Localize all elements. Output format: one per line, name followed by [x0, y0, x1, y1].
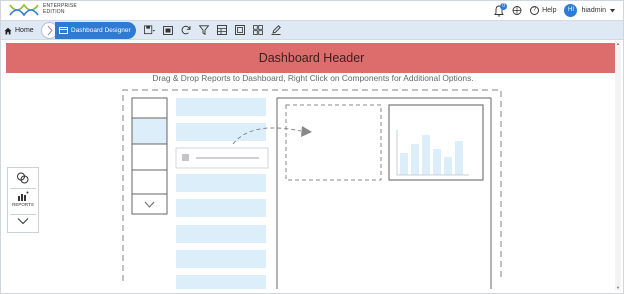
toolbar-actions: [144, 24, 281, 36]
illustration-chevron-down-icon: [144, 201, 155, 208]
edit-button[interactable]: [270, 24, 281, 36]
dashboard-header-text: Dashboard Header: [258, 51, 365, 65]
help-button[interactable]: ? Help: [530, 6, 556, 15]
breadcrumb-home-label: Home: [15, 27, 34, 34]
illustration-dashed-frame: [122, 89, 502, 281]
vertical-scrollbar[interactable]: ▲ ▼: [615, 41, 621, 291]
help-label: Help: [542, 7, 557, 14]
scroll-up-arrow-icon[interactable]: ▲: [615, 41, 621, 47]
illustration-chart-widget: [388, 104, 484, 181]
edition-line-2: EDITION: [43, 9, 65, 15]
dashboard-icon: [59, 27, 68, 34]
filter-icon: [198, 25, 209, 35]
panel-divider: [10, 188, 36, 189]
table-button[interactable]: [216, 24, 227, 36]
top-right-actions: 0 ? Help HI hiadmin: [494, 2, 615, 18]
edit-icon: [271, 25, 281, 35]
breadcrumb-home[interactable]: Home: [4, 23, 34, 38]
chevron-down-icon: [17, 218, 29, 225]
notification-badge: 0: [500, 2, 508, 10]
link-circles-icon: [17, 172, 29, 184]
avatar: HI: [564, 4, 578, 17]
refresh-button[interactable]: [180, 24, 191, 36]
preview-button[interactable]: [162, 24, 173, 36]
top-bar: ENTERPRISE EDITION 0 ? Help HI hiadmin: [1, 1, 623, 20]
breadcrumb-dashboard-designer[interactable]: Dashboard Designer: [55, 22, 136, 39]
helical-logo-icon[interactable]: [9, 3, 39, 17]
illustration-dashboard-canvas: [276, 97, 492, 289]
illustration-report-list: [131, 97, 168, 215]
notifications-button[interactable]: 0: [494, 2, 508, 17]
layout-button[interactable]: [234, 24, 245, 36]
illustration-drop-target: [285, 104, 382, 181]
grid-button[interactable]: [252, 24, 263, 36]
user-menu[interactable]: HI hiadmin: [564, 4, 615, 17]
save-button[interactable]: [144, 24, 155, 36]
user-name: hiadmin: [581, 7, 606, 14]
designer-toolbar: Home Dashboard Designer: [1, 20, 623, 40]
illustration-report-selected: [132, 118, 167, 144]
reports-button[interactable]: REPORTS: [8, 191, 38, 207]
refresh-icon: [181, 25, 190, 35]
dashboard-header[interactable]: Dashboard Header: [6, 43, 617, 73]
left-tool-panel: REPORTS: [7, 167, 39, 233]
grid-icon: [252, 25, 263, 35]
illustration-report-blocks: [176, 98, 266, 289]
app-window: ENTERPRISE EDITION 0 ? Help HI hiadmin H…: [0, 0, 624, 294]
data-sources-button[interactable]: [8, 171, 38, 185]
table-icon: [216, 25, 227, 35]
layout-icon: [234, 25, 245, 35]
drag-drop-instructions: Drag & Drop Reports to Dashboard, Right …: [152, 73, 474, 83]
help-icon: ?: [530, 6, 540, 15]
panel-divider: [10, 214, 36, 215]
preview-icon: [162, 25, 173, 35]
edition-label: ENTERPRISE EDITION: [43, 3, 77, 15]
illustration-dragged-item: [175, 147, 269, 169]
caret-down-icon: [610, 8, 615, 12]
filter-button[interactable]: [198, 24, 209, 36]
home-icon: [4, 27, 12, 34]
reports-bar-chart-icon: [18, 191, 29, 201]
panel-expand-button[interactable]: [8, 217, 38, 225]
scroll-down-arrow-icon[interactable]: ▼: [615, 285, 621, 291]
illustration-drag-arrow: [232, 127, 302, 145]
illustration-bar-icon: [400, 135, 463, 175]
compass-icon[interactable]: [512, 5, 522, 16]
reports-label: REPORTS: [12, 202, 34, 207]
save-icon: [144, 25, 155, 35]
breadcrumb-active-label: Dashboard Designer: [71, 27, 131, 34]
